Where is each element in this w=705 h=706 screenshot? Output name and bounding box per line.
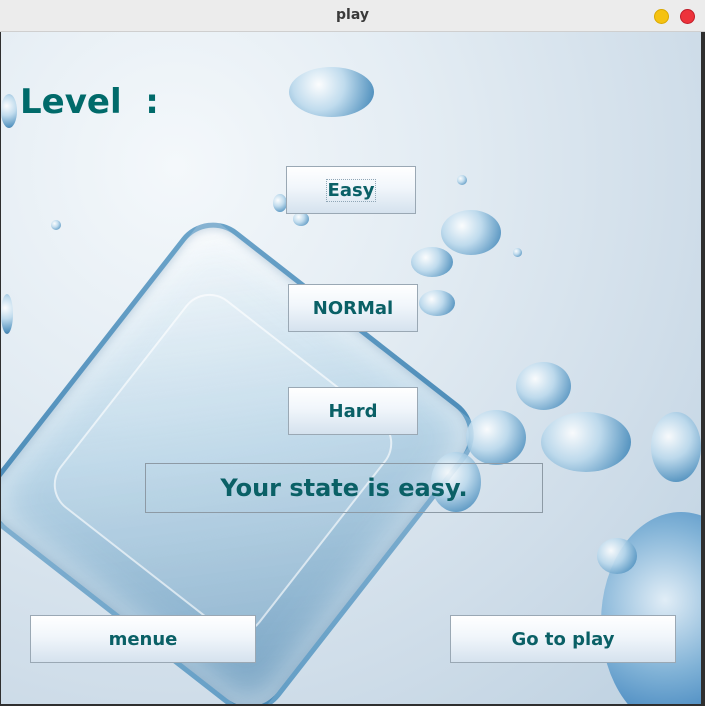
state-text: Your state is easy. [220, 474, 468, 502]
water-drop-image [513, 248, 522, 257]
water-drop-image [51, 220, 61, 230]
close-button[interactable] [680, 9, 695, 24]
water-drop-image [419, 290, 455, 316]
menu-button-label: menue [108, 628, 178, 650]
go-to-play-button-label: Go to play [511, 628, 615, 650]
go-to-play-button[interactable]: Go to play [450, 615, 676, 663]
water-drop-image [516, 362, 571, 410]
window-title: play [336, 7, 369, 23]
water-drop-image [466, 410, 526, 465]
state-display: Your state is easy. [145, 463, 543, 513]
water-drop-image [273, 194, 287, 212]
water-drop-image [457, 175, 467, 185]
title-bar[interactable]: play [0, 0, 705, 32]
water-drop-image [1, 294, 13, 334]
easy-button[interactable]: Easy [286, 166, 416, 214]
water-drop-image [651, 412, 701, 482]
normal-button[interactable]: NORMal [288, 284, 418, 332]
water-drop-image [541, 412, 631, 472]
water-drop-image [1, 94, 17, 128]
hard-button-label: Hard [328, 400, 378, 422]
water-drop-image [289, 67, 374, 117]
menu-button[interactable]: menue [30, 615, 256, 663]
hard-button[interactable]: Hard [288, 387, 418, 435]
normal-button-label: NORMal [312, 297, 394, 319]
easy-button-label: Easy [325, 178, 377, 202]
minimize-button[interactable] [654, 9, 669, 24]
water-drop-image [293, 212, 309, 226]
app-window: play Level : Easy NORMal Hard Your state… [0, 0, 705, 706]
main-panel: Level : Easy NORMal Hard Your state is e… [1, 32, 701, 704]
water-drop-image [411, 247, 453, 277]
water-drop-image [597, 538, 637, 574]
water-drop-image [441, 210, 501, 255]
level-label: Level : [20, 82, 159, 122]
